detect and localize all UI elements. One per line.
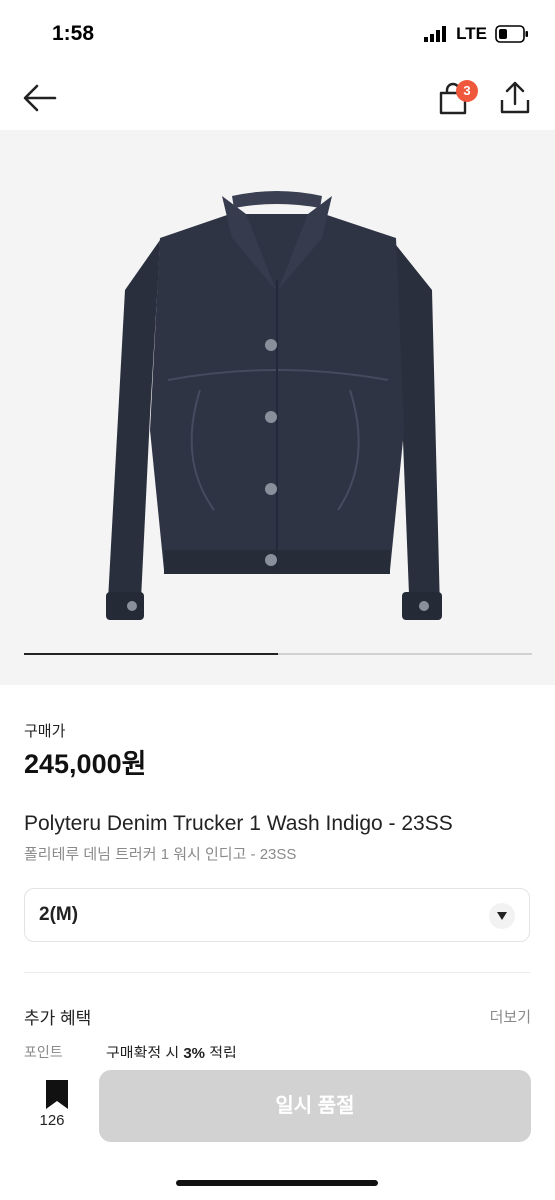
battery-icon bbox=[495, 25, 528, 43]
bookmark-icon bbox=[45, 1080, 68, 1109]
size-select-value: 2(M) bbox=[39, 904, 79, 925]
price-label: 구매가 bbox=[24, 723, 66, 740]
product-price: 245,000원 bbox=[24, 749, 147, 779]
signal-icon bbox=[424, 26, 447, 42]
cart-count-badge: 3 bbox=[456, 80, 478, 102]
status-time: 1:58 bbox=[52, 22, 95, 45]
product-name-en: Polyteru Denim Trucker 1 Wash Indigo - 2… bbox=[24, 812, 453, 835]
product-image[interactable] bbox=[0, 130, 555, 685]
back-arrow-icon[interactable] bbox=[22, 82, 58, 114]
status-bar: 1:58 LTE bbox=[0, 0, 555, 70]
sold-out-button[interactable]: 일시 품절 bbox=[99, 1070, 531, 1142]
wishlist-count: 126 bbox=[39, 1112, 65, 1129]
home-indicator bbox=[176, 1180, 378, 1186]
status-indicators: LTE bbox=[424, 24, 529, 44]
benefits-title: 추가 혜택 bbox=[24, 1009, 92, 1028]
divider bbox=[24, 972, 530, 973]
more-link[interactable]: 더보기 bbox=[490, 1006, 531, 1027]
bottom-action-bar: 126 일시 품절 bbox=[0, 1058, 555, 1200]
share-icon[interactable] bbox=[498, 80, 532, 116]
denim-jacket-image bbox=[106, 191, 442, 620]
size-select[interactable]: 2(M) bbox=[24, 888, 530, 942]
product-name-ko: 폴리테루 데님 트러커 1 워시 인디고 - 23SS bbox=[24, 846, 297, 863]
carousel-progress-track bbox=[24, 653, 532, 655]
network-label: LTE bbox=[456, 24, 487, 43]
chevron-down-icon bbox=[489, 903, 515, 929]
wishlist-button[interactable]: 126 bbox=[30, 1078, 74, 1134]
carousel-progress-fill bbox=[24, 653, 278, 655]
